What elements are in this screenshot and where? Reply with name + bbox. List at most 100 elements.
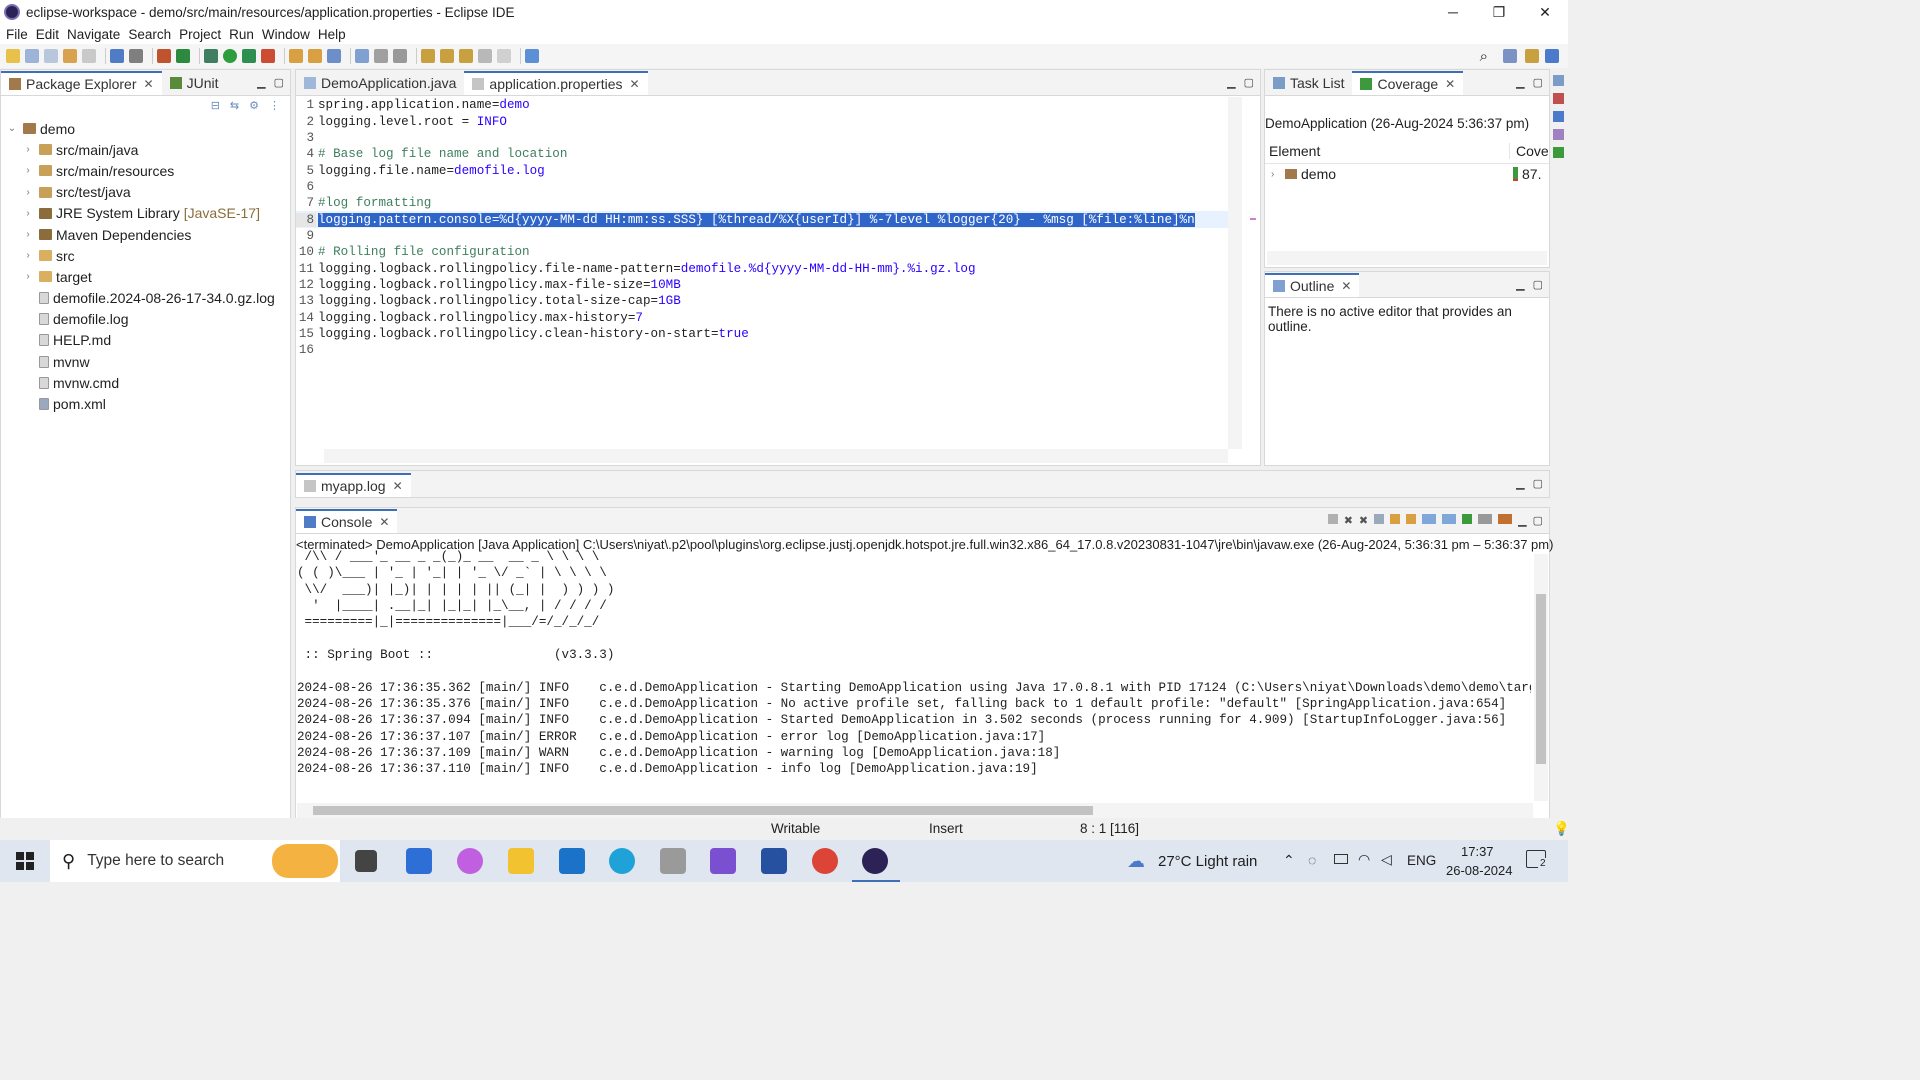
tab-outline[interactable]: Outline ✕	[1265, 273, 1360, 297]
tree-item[interactable]: › src/test/java	[1, 182, 290, 203]
clock-date[interactable]: 26-08-2024	[1446, 863, 1513, 878]
code-line[interactable]: 7 #log formatting	[296, 195, 1234, 211]
code-line[interactable]: 9	[296, 228, 1234, 244]
minimize-view-icon[interactable]: ▁	[1516, 278, 1524, 291]
tree-item[interactable]: › src/main/resources	[1, 160, 290, 181]
remove-launch-icon[interactable]: ✖	[1344, 514, 1353, 527]
close-icon[interactable]: ✕	[1445, 77, 1455, 91]
code-line[interactable]: 5 logging.file.name=demofile.log	[296, 162, 1234, 178]
expand-icon[interactable]: ›	[21, 144, 35, 155]
editor-horizontal-scrollbar[interactable]	[324, 449, 1228, 463]
tree-item[interactable]: › JRE System Library [JavaSE-17]	[1, 203, 290, 224]
open-console-icon[interactable]	[1498, 514, 1513, 524]
run-icon[interactable]	[223, 49, 237, 63]
search-icon[interactable]: ⌕	[1480, 48, 1488, 65]
tab-demoapplication-java[interactable]: DemoApplication.java	[296, 71, 464, 95]
edge-icon[interactable]	[609, 848, 635, 874]
close-icon[interactable]: ✕	[393, 479, 403, 493]
prev-annotation-icon[interactable]	[440, 49, 454, 63]
code-line[interactable]: 11 logging.logback.rollingpolicy.file-nam…	[296, 260, 1234, 276]
code-line[interactable]: 10 # Rolling file configuration	[296, 244, 1234, 260]
maximize-view-icon[interactable]: ▢	[1533, 278, 1543, 291]
open-type-icon[interactable]	[289, 49, 303, 63]
code-line[interactable]: 14 logging.logback.rollingpolicy.max-hist…	[296, 309, 1234, 325]
code-line[interactable]: 6	[296, 179, 1234, 195]
pin-editor-icon[interactable]	[525, 49, 539, 63]
console-vertical-scrollbar[interactable]	[1534, 554, 1548, 801]
code-editor[interactable]: 1 spring.application.name=demo 2 logging.le…	[296, 97, 1234, 449]
javadoc-icon[interactable]	[1553, 111, 1564, 122]
app-icon[interactable]	[761, 848, 787, 874]
code-line[interactable]: 2 logging.level.root = INFO	[296, 113, 1234, 129]
tree-item[interactable]: mvnw.cmd	[1, 372, 290, 393]
menu-help[interactable]: Help	[318, 27, 346, 42]
visual-studio-icon[interactable]	[710, 848, 736, 874]
restore-view-icon[interactable]	[1553, 75, 1564, 86]
tab-myapp-log[interactable]: myapp.log ✕	[296, 473, 411, 497]
java-ee-perspective-icon[interactable]	[1525, 49, 1539, 63]
declaration-icon[interactable]	[1553, 129, 1564, 140]
search-tool-icon[interactable]	[327, 49, 341, 63]
menu-file[interactable]: File	[6, 27, 28, 42]
skip-breakpoints-icon[interactable]	[129, 49, 143, 63]
maximize-view-icon[interactable]: ▢	[274, 76, 284, 89]
column-element[interactable]: Element	[1265, 143, 1509, 159]
tree-item[interactable]: › Maven Dependencies	[1, 224, 290, 245]
terminal-icon[interactable]	[110, 49, 124, 63]
taskbar-search[interactable]: ⚲ Type here to search	[50, 840, 340, 882]
expand-icon[interactable]: ›	[21, 165, 35, 176]
network-icon[interactable]: ◌	[1308, 852, 1316, 868]
wifi-icon[interactable]: ◠	[1358, 851, 1370, 868]
expand-icon[interactable]: ›	[21, 250, 35, 261]
save-icon[interactable]	[25, 49, 39, 63]
code-line[interactable]: 1 spring.application.name=demo	[296, 97, 1234, 113]
maximize-view-icon[interactable]: ▢	[1533, 76, 1543, 89]
expand-icon[interactable]: ›	[1271, 169, 1285, 180]
console-output[interactable]: /\\ / ___'_ __ _ _(_)_ __ __ _ \ \ \ \ ( …	[297, 549, 1531, 801]
lightbulb-icon[interactable]: 💡	[1553, 821, 1570, 837]
progress-icon[interactable]	[1553, 147, 1564, 158]
problems-icon[interactable]	[1553, 93, 1564, 104]
tab-console[interactable]: Console ✕	[296, 509, 398, 533]
tab-application-properties[interactable]: application.properties ✕	[464, 71, 648, 95]
console-horizontal-scrollbar[interactable]	[297, 803, 1533, 818]
tab-coverage[interactable]: Coverage ✕	[1352, 71, 1464, 95]
weather-text[interactable]: 27°C Light rain	[1158, 853, 1257, 870]
minimize-view-icon[interactable]: ▁	[1516, 477, 1524, 490]
minimize-button[interactable]: ─	[1430, 0, 1476, 24]
tree-item[interactable]: pom.xml	[1, 393, 290, 414]
external-tools-icon[interactable]	[261, 49, 275, 63]
tree-item[interactable]: demofile.log	[1, 309, 290, 330]
tree-item[interactable]: mvnw	[1, 351, 290, 372]
redo-icon[interactable]	[82, 49, 96, 63]
menu-search[interactable]: Search	[128, 27, 171, 42]
new-package-icon[interactable]	[157, 49, 171, 63]
mail-icon[interactable]	[559, 848, 585, 874]
volume-icon[interactable]: ◁	[1381, 851, 1392, 868]
tab-package-explorer[interactable]: Package Explorer ✕	[1, 71, 162, 95]
tree-item[interactable]: HELP.md	[1, 330, 290, 351]
refresh-icon[interactable]	[176, 49, 190, 63]
code-line[interactable]: 8 logging.pattern.console=%d{yyyy-MM-dd H…	[296, 211, 1234, 228]
minimize-view-icon[interactable]: ▁	[1516, 76, 1524, 89]
show-on-stderr-icon[interactable]	[1442, 514, 1457, 524]
terminate-icon[interactable]	[1327, 514, 1338, 524]
pin-console-icon[interactable]	[1462, 514, 1473, 524]
battery-icon[interactable]	[1334, 854, 1348, 864]
block-select-icon[interactable]	[374, 49, 388, 63]
menu-run[interactable]: Run	[229, 27, 254, 42]
code-line[interactable]: 16	[296, 342, 1234, 358]
coverage-horizontal-scrollbar[interactable]	[1267, 251, 1547, 265]
tree-item[interactable]: › target	[1, 266, 290, 287]
maximize-view-icon[interactable]: ▢	[1244, 76, 1254, 89]
debug-icon[interactable]	[204, 49, 218, 63]
maximize-view-icon[interactable]: ▢	[1533, 514, 1543, 527]
coverage-run-icon[interactable]	[242, 49, 256, 63]
store-icon[interactable]	[406, 848, 432, 874]
expand-icon[interactable]: ›	[21, 208, 35, 219]
restore-button[interactable]: ❐	[1476, 0, 1522, 24]
code-line[interactable]: 3	[296, 130, 1234, 146]
code-line[interactable]: 13 logging.logback.rollingpolicy.total-si…	[296, 293, 1234, 309]
tab-task-list[interactable]: Task List	[1265, 71, 1352, 95]
copilot-icon[interactable]	[457, 848, 483, 874]
